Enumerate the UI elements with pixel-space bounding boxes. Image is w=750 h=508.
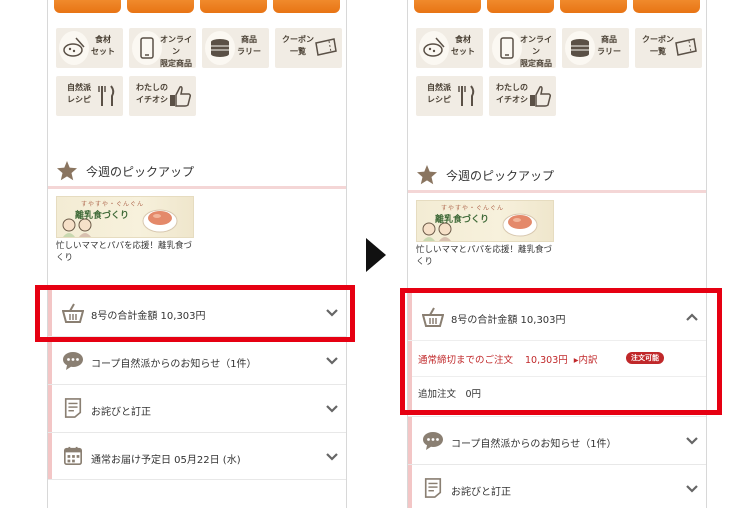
star-icon <box>417 165 437 185</box>
menu-tile-product-rally[interactable]: 商品 ラリー <box>202 28 269 68</box>
document-icon <box>64 398 82 418</box>
speech-bubble-icon <box>63 352 83 370</box>
notice-text: コープ自然派からのお知らせ（1件） <box>451 439 617 450</box>
menu-tile-label: わたしの イチオシ <box>136 83 168 104</box>
top-tab[interactable] <box>127 0 194 13</box>
pickup-caption[interactable]: 忙しいママとパパを応援！離乳食づくり <box>416 244 556 268</box>
top-tab[interactable] <box>54 0 121 13</box>
screen-before: 食材 セット オンライン 限定商品 商品 ラリー クーポン 一覧 自然派 レシピ… <box>47 0 347 508</box>
top-tab[interactable] <box>633 0 700 13</box>
top-tab[interactable] <box>200 0 267 13</box>
transition-arrow-icon <box>366 238 386 272</box>
menu-tile-ingredients[interactable]: 食材 セット <box>56 28 123 68</box>
top-tab-bar <box>54 0 340 14</box>
phone-icon <box>500 37 514 59</box>
menu-tile-label: 商品 ラリー <box>237 35 261 56</box>
menu-tile-ingredients[interactable]: 食材 セット <box>416 28 483 68</box>
menu-tile-product-rally[interactable]: 商品 ラリー <box>562 28 629 68</box>
chevron-down-icon[interactable] <box>686 437 698 445</box>
menu-tile-label: オンライン 限定商品 <box>160 35 192 68</box>
baby-food-bowl-icon <box>502 213 538 237</box>
menu-tile-label: わたしの イチオシ <box>496 83 528 104</box>
document-icon <box>424 478 442 498</box>
divider <box>408 190 706 193</box>
star-icon <box>57 161 77 181</box>
top-tab-bar <box>414 0 700 14</box>
menu-tile-coupons[interactable]: クーポン 一覧 <box>635 28 702 68</box>
coin-stack-icon <box>211 39 229 57</box>
pickup-title: 今週のピックアップ <box>86 165 195 179</box>
notice-text: コープ自然派からのお知らせ（1件） <box>91 359 257 370</box>
notice-row[interactable]: コープ自然派からのお知らせ（1件） <box>48 336 346 384</box>
pickup-caption[interactable]: 忙しいママとパパを応援！離乳食づくり <box>56 240 196 264</box>
top-tab[interactable] <box>273 0 340 13</box>
notice-row[interactable]: コープ自然派からのお知らせ（1件） <box>408 416 706 464</box>
menu-tile-label: クーポン 一覧 <box>282 35 314 56</box>
chevron-down-icon[interactable] <box>326 405 338 413</box>
pickup-banner[interactable]: すやすや・ぐんぐん 離乳食づくり <box>416 200 554 242</box>
delivery-date-row[interactable]: 通常お届け予定日 05月22日 (水) <box>48 432 346 480</box>
family-illustration-icon <box>62 218 92 237</box>
screen-after: 食材 セット オンライン 限定商品 商品 ラリー クーポン 一覧 自然派 レシピ… <box>407 0 707 508</box>
phone-icon <box>140 37 154 59</box>
banner-ruby: すやすや・ぐんぐん <box>81 201 145 208</box>
bowl-icon <box>423 37 445 57</box>
apology-row[interactable]: お詫びと訂正 <box>48 384 346 432</box>
calendar-icon <box>64 446 82 465</box>
highlight-frame-right <box>400 288 722 415</box>
divider <box>48 186 346 189</box>
apology-text: お詫びと訂正 <box>451 487 511 498</box>
chevron-down-icon[interactable] <box>686 485 698 493</box>
menu-tile-label: 自然派 レシピ <box>427 83 451 104</box>
chevron-down-icon[interactable] <box>326 357 338 365</box>
apology-text: お詫びと訂正 <box>91 407 151 418</box>
pickup-header: 今週のピックアップ <box>416 162 706 192</box>
menu-tile-recipes[interactable]: 自然派 レシピ <box>56 76 123 116</box>
menu-tile-coupons[interactable]: クーポン 一覧 <box>275 28 342 68</box>
top-tab[interactable] <box>487 0 554 13</box>
highlight-frame-left <box>35 285 355 342</box>
pickup-title: 今週のピックアップ <box>446 169 555 183</box>
menu-tile-label: オンライン 限定商品 <box>520 35 552 68</box>
family-illustration-icon <box>422 222 452 241</box>
pickup-header: 今週のピックアップ <box>56 158 346 188</box>
chevron-down-icon[interactable] <box>326 453 338 461</box>
apology-row[interactable]: お詫びと訂正 <box>408 464 706 508</box>
menu-tile-online-limited[interactable]: オンライン 限定商品 <box>489 28 556 68</box>
speech-bubble-icon <box>423 432 443 450</box>
menu-tile-label: 食材 セット <box>451 35 475 56</box>
top-tab[interactable] <box>560 0 627 13</box>
coin-stack-icon <box>571 39 589 57</box>
pickup-banner[interactable]: すやすや・ぐんぐん 離乳食づくり <box>56 196 194 238</box>
menu-tile-label: 自然派 レシピ <box>67 83 91 104</box>
menu-tile-label: 商品 ラリー <box>597 35 621 56</box>
menu-tile-my-pick[interactable]: わたしの イチオシ <box>129 76 196 116</box>
menu-tile-label: クーポン 一覧 <box>642 35 674 56</box>
baby-food-bowl-icon <box>142 209 178 233</box>
menu-tile-recipes[interactable]: 自然派 レシピ <box>416 76 483 116</box>
delivery-date-text: 通常お届け予定日 05月22日 (水) <box>91 455 241 466</box>
menu-tile-my-pick[interactable]: わたしの イチオシ <box>489 76 556 116</box>
banner-ruby: すやすや・ぐんぐん <box>441 205 505 212</box>
menu-tile-label: 食材 セット <box>91 35 115 56</box>
bowl-icon <box>63 37 85 57</box>
top-tab[interactable] <box>414 0 481 13</box>
menu-tile-online-limited[interactable]: オンライン 限定商品 <box>129 28 196 68</box>
